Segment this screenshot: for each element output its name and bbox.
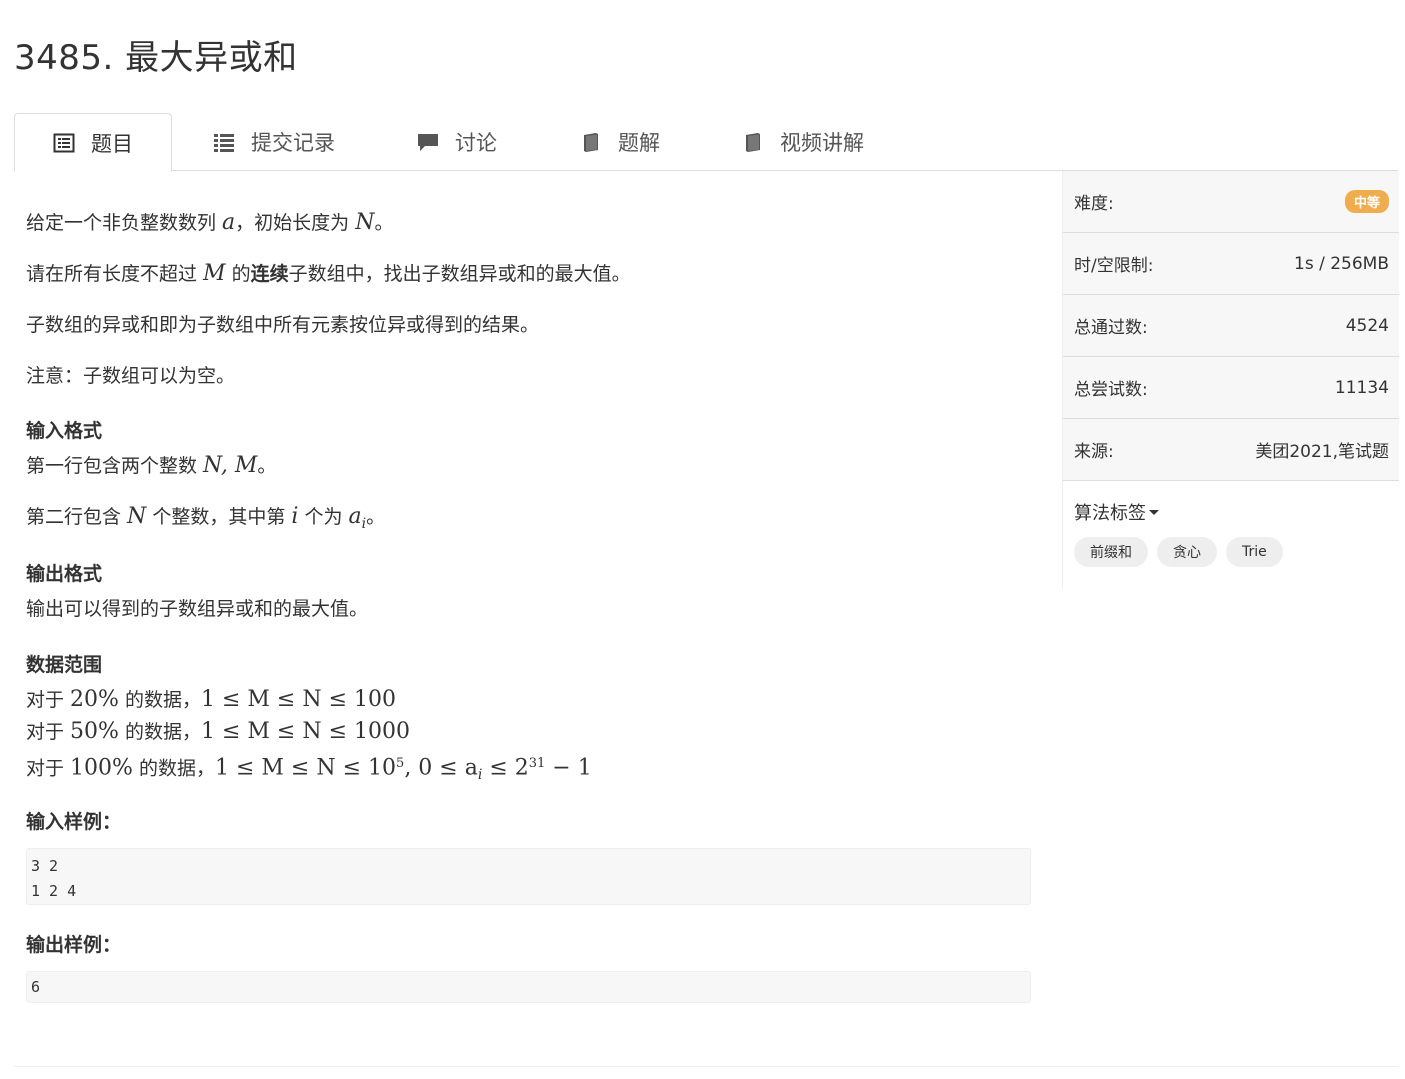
input-format-line: 第二行包含 N 个整数，其中第 i 个为 ai。 <box>26 504 386 532</box>
tab-label: 视频讲解 <box>780 131 864 155</box>
description-paragraph: 注意：子数组可以为空。 <box>26 365 236 387</box>
tried-value: 11134 <box>1334 377 1389 398</box>
divider <box>14 1066 1398 1067</box>
data-range-line: 对于 100% 的数据，1 ≤ M ≤ N ≤ 105, 0 ≤ ai ≤ 23… <box>26 755 592 784</box>
sample-input-heading: 输入样例： <box>26 811 122 833</box>
data-range-line: 对于 50% 的数据，1 ≤ M ≤ N ≤ 1000 <box>26 719 411 744</box>
tab-submissions[interactable]: 提交记录 <box>213 113 335 171</box>
comment-icon <box>417 131 439 153</box>
algorithm-tags-toggle[interactable]: 算法标签 <box>1074 499 1159 525</box>
list-icon <box>213 131 235 153</box>
tab-problem[interactable]: 题目 <box>14 113 172 172</box>
tried-label: 总尝试数: <box>1074 380 1148 400</box>
sample-input-code[interactable]: 3 2 1 2 4 <box>26 848 1031 905</box>
input-format-line: 第一行包含两个整数 N, M。 <box>26 453 277 478</box>
source-value[interactable]: 美团2021,笔试题 <box>1255 437 1389 462</box>
difficulty-row: 难度: 中等 <box>1063 171 1399 233</box>
problem-tabs: 题目 提交记录 讨论 题解 视频讲解 <box>14 113 1398 172</box>
difficulty-badge: 中等 <box>1344 190 1389 213</box>
limit-label: 时/空限制: <box>1074 256 1154 276</box>
passed-row: 总通过数: 4524 <box>1063 295 1399 357</box>
tab-label: 提交记录 <box>251 131 335 155</box>
tab-label: 题目 <box>91 131 133 156</box>
data-range-heading: 数据范围 <box>26 654 103 676</box>
tab-solutions[interactable]: 题解 <box>580 113 660 171</box>
tag[interactable]: Trie <box>1226 537 1283 567</box>
book-icon <box>580 131 602 153</box>
tag[interactable]: 前缀和 <box>1074 537 1148 567</box>
page-title: 3485. 最大异或和 <box>14 38 298 78</box>
output-format-line: 输出可以得到的子数组异或和的最大值。 <box>26 598 369 620</box>
difficulty-label: 难度: <box>1074 194 1114 214</box>
input-format-heading: 输入格式 <box>26 420 103 442</box>
description-paragraph: 给定一个非负整数数列 a，初始长度为 N。 <box>26 210 394 235</box>
tab-label: 题解 <box>618 131 660 155</box>
passed-value: 4524 <box>1345 315 1389 336</box>
limit-row: 时/空限制: 1s / 256MB <box>1063 233 1399 295</box>
output-format-heading: 输出格式 <box>26 563 103 585</box>
tab-label: 讨论 <box>455 131 497 155</box>
source-row: 来源: 美团2021,笔试题 <box>1063 419 1399 481</box>
tab-video[interactable]: 视频讲解 <box>742 113 864 171</box>
passed-label: 总通过数: <box>1074 318 1148 338</box>
tag-list: 前缀和 贪心 Trie <box>1074 537 1283 567</box>
caret-down-icon <box>1149 509 1159 515</box>
book-icon <box>742 131 764 153</box>
tried-row: 总尝试数: 11134 <box>1063 357 1399 419</box>
description-paragraph: 子数组的异或和即为子数组中所有元素按位异或得到的结果。 <box>26 314 540 336</box>
list-alt-icon <box>53 132 75 154</box>
tab-discuss[interactable]: 讨论 <box>417 113 497 171</box>
algorithm-tags-label: 算法标签 <box>1074 503 1146 524</box>
sample-output-heading: 输出样例： <box>26 934 122 956</box>
source-label: 来源: <box>1074 442 1114 462</box>
data-range-line: 对于 20% 的数据，1 ≤ M ≤ N ≤ 100 <box>26 687 397 712</box>
tag[interactable]: 贪心 <box>1157 537 1217 567</box>
description-paragraph: 请在所有长度不超过 M 的连续子数组中，找出子数组异或和的最大值。 <box>26 261 631 286</box>
sample-output-code[interactable]: 6 <box>26 971 1031 1003</box>
limit-value: 1s / 256MB <box>1294 253 1389 274</box>
problem-info-panel: 难度: 中等 时/空限制: 1s / 256MB 总通过数: 4524 总尝试数… <box>1062 171 1399 589</box>
